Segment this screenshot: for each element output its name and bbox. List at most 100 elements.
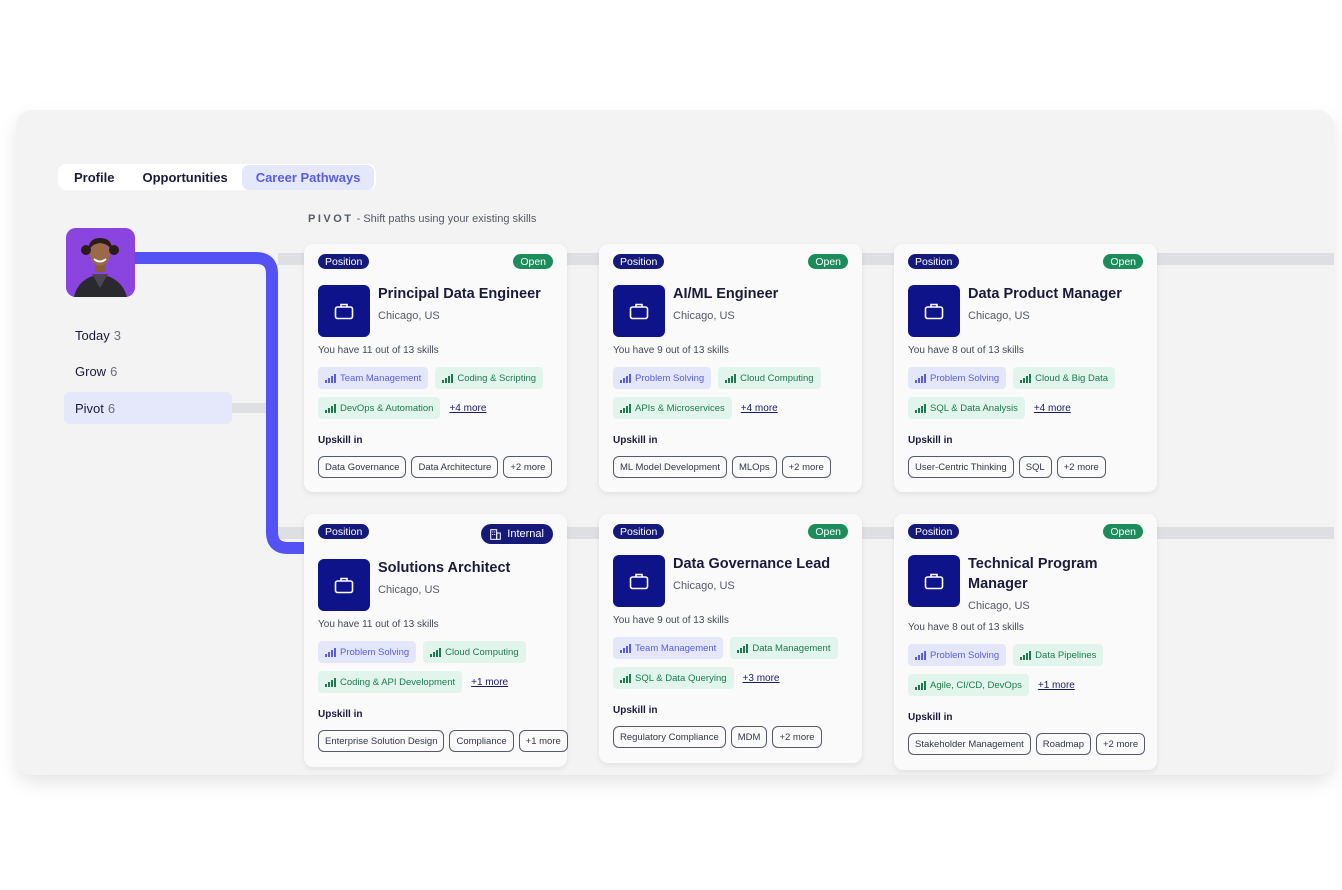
upskill-chip[interactable]: Roadmap [1035, 733, 1091, 755]
job-title[interactable]: Solutions Architect Chicago, US [378, 558, 558, 600]
tab-profile[interactable]: Profile [60, 165, 128, 190]
upskill-more-chip[interactable]: +2 more [503, 456, 553, 478]
more-skills-link[interactable]: +1 more [471, 677, 508, 688]
position-badge: Position [908, 524, 960, 539]
skill-chip[interactable]: Data Pipelines [1013, 644, 1104, 666]
skill-chip-label: APIs & Microservices [635, 402, 725, 414]
skill-chip[interactable]: SQL & Data Analysis [908, 397, 1025, 419]
upskill-chip[interactable]: Stakeholder Management [908, 733, 1031, 755]
sidebar-item-today[interactable]: Today 3 [64, 319, 232, 351]
section-heading-word: PIVOT [308, 213, 354, 225]
upskill-chip[interactable]: Regulatory Compliance [613, 726, 726, 748]
skill-chip-label: Team Management [340, 372, 422, 384]
job-title-text: Solutions Architect [378, 560, 511, 576]
sidebar-item-count: 6 [110, 363, 118, 379]
skill-chip-label: Problem Solving [930, 649, 1000, 661]
upskill-chip[interactable]: Enterprise Solution Design [318, 730, 445, 752]
status-badge: Open [1103, 524, 1143, 539]
signal-bars-icon [915, 403, 926, 413]
signal-bars-icon [737, 643, 749, 653]
sidebar-item-pivot[interactable]: Pivot 6 [64, 392, 232, 424]
upskill-more-chip[interactable]: +2 more [1096, 733, 1146, 755]
job-card[interactable]: Position Open Data Governance Lead Chicag… [599, 514, 862, 763]
skill-chip[interactable]: Cloud Computing [718, 367, 821, 389]
skill-chip[interactable]: Cloud & Big Data [1013, 367, 1116, 389]
skill-chip-label: DevOps & Automation [340, 402, 434, 414]
skill-chip[interactable]: Coding & Scripting [435, 367, 544, 389]
upskill-chip[interactable]: Data Architecture [411, 456, 499, 478]
skill-chip[interactable]: SQL & Data Querying [613, 667, 734, 689]
job-location: Chicago, US [378, 584, 440, 596]
skill-chip[interactable]: Problem Solving [908, 644, 1007, 666]
job-location: Chicago, US [673, 580, 735, 592]
upskill-more-chip[interactable]: +2 more [781, 456, 831, 478]
more-skills-link[interactable]: +4 more [741, 403, 778, 414]
job-title-text: Data Governance Lead [673, 556, 831, 572]
upskill-more-chip[interactable]: +2 more [1056, 456, 1106, 478]
upskill-chip[interactable]: MDM [730, 726, 768, 748]
upskill-label: Upskill in [908, 712, 953, 723]
internal-badge: Internal [481, 524, 553, 544]
skill-chip[interactable]: Agile, CI/CD, DevOps [908, 674, 1029, 696]
skill-chip[interactable]: Team Management [318, 367, 429, 389]
job-title[interactable]: Principal Data Engineer Chicago, US [378, 284, 558, 326]
upskill-chip[interactable]: ML Model Development [613, 456, 727, 478]
job-title[interactable]: Data Product Manager Chicago, US [968, 284, 1148, 326]
signal-bars-icon [325, 403, 336, 413]
job-location: Chicago, US [968, 310, 1030, 322]
job-card[interactable]: Position Open Principal Data Engineer Chi… [304, 244, 567, 492]
more-skills-link[interactable]: +4 more [449, 403, 486, 414]
job-card[interactable]: Position Open Data Product Manager Chicag… [894, 244, 1157, 492]
signal-bars-icon [325, 647, 336, 657]
section-heading-text: Shift paths using your existing skills [363, 213, 537, 225]
skill-chip-label: Cloud Computing [445, 646, 519, 658]
skill-chip[interactable]: Data Management [730, 637, 838, 659]
skills-summary: You have 8 out of 13 skills [908, 622, 1024, 633]
upskill-chip[interactable]: MLOps [731, 456, 777, 478]
tab-career-pathways[interactable]: Career Pathways [241, 164, 375, 190]
skill-chip[interactable]: Problem Solving [613, 367, 712, 389]
skill-chip[interactable]: APIs & Microservices [613, 397, 732, 419]
section-heading-separator: - [356, 213, 361, 225]
skills-summary: You have 9 out of 13 skills [613, 615, 729, 626]
more-skills-link[interactable]: +4 more [1034, 403, 1071, 414]
upskill-chip[interactable]: Data Governance [318, 456, 407, 478]
more-skills-link[interactable]: +3 more [743, 673, 780, 684]
skill-chip[interactable]: Cloud Computing [423, 641, 526, 663]
job-title[interactable]: Technical Program Manager Chicago, US [968, 554, 1118, 616]
upskill-chip[interactable]: User-Centric Thinking [908, 456, 1014, 478]
job-title-text: Technical Program Manager [968, 556, 1098, 592]
job-title[interactable]: Data Governance Lead Chicago, US [673, 554, 853, 596]
skill-chip[interactable]: Problem Solving [318, 641, 417, 663]
job-title[interactable]: AI/ML Engineer Chicago, US [673, 284, 853, 326]
more-skills-link[interactable]: +1 more [1038, 680, 1075, 691]
skill-chip[interactable]: Team Management [613, 637, 724, 659]
upskill-chip[interactable]: Compliance [449, 730, 514, 752]
signal-bars-icon [915, 650, 926, 660]
tab-opportunities[interactable]: Opportunities [128, 165, 241, 190]
skill-chip-label: Problem Solving [340, 646, 410, 658]
upskill-more-chip[interactable]: +2 more [772, 726, 822, 748]
skill-chip[interactable]: DevOps & Automation [318, 397, 441, 419]
career-panel: Profile Opportunities Career Pathways PI… [16, 110, 1334, 775]
skill-chip-label: Agile, CI/CD, DevOps [930, 679, 1022, 691]
skill-chip[interactable]: Problem Solving [908, 367, 1007, 389]
job-card[interactable]: Position Internal Solutions Architect Chi… [304, 514, 568, 767]
signal-bars-icon [325, 373, 336, 383]
briefcase-icon [613, 555, 665, 607]
skill-chip-label: Data Pipelines [1035, 649, 1097, 661]
sidebar-item-grow[interactable]: Grow 6 [64, 355, 232, 387]
sidebar-item-label: Grow [75, 363, 107, 379]
status-badge: Open [513, 254, 553, 269]
avatar[interactable] [66, 228, 135, 297]
person-photo-icon [66, 228, 135, 297]
signal-bars-icon [442, 373, 454, 383]
job-card[interactable]: Position Open Technical Program Manager C… [894, 514, 1157, 770]
position-badge: Position [318, 254, 370, 269]
upskill-chip[interactable]: SQL [1018, 456, 1052, 478]
skill-chip[interactable]: Coding & API Development [318, 671, 463, 693]
building-icon [490, 528, 502, 540]
job-card[interactable]: Position Open AI/ML Engineer Chicago, US … [599, 244, 862, 492]
upskill-more-chip[interactable]: +1 more [518, 730, 568, 752]
skills-summary: You have 11 out of 13 skills [318, 619, 439, 630]
